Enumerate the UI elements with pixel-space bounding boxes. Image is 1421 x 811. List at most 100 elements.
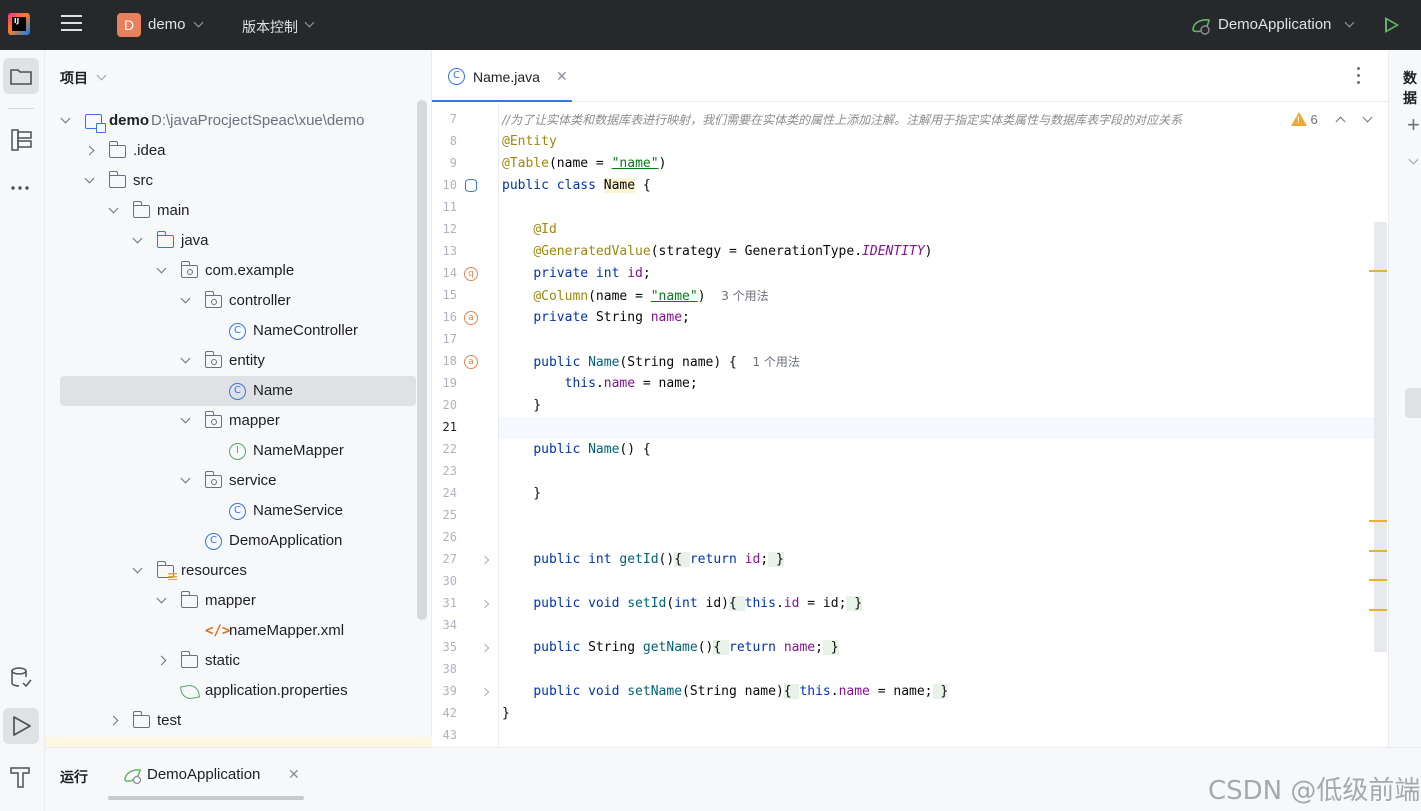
line-number[interactable]: 23 bbox=[432, 464, 457, 478]
tree-item[interactable]: test bbox=[45, 706, 431, 736]
chevron-down-icon[interactable] bbox=[1408, 154, 1419, 165]
tree-item[interactable]: resources bbox=[45, 556, 431, 586]
line-number[interactable]: 38 bbox=[432, 662, 457, 676]
tree-item[interactable]: controller bbox=[45, 286, 431, 316]
chevron-down-icon[interactable] bbox=[304, 17, 315, 28]
line-number[interactable]: 19 bbox=[432, 376, 457, 390]
run-configuration-selector[interactable]: DemoApplication bbox=[1218, 16, 1331, 33]
tree-item[interactable]: com.example bbox=[45, 256, 431, 286]
project-panel-title[interactable]: 项目 bbox=[60, 68, 88, 88]
tree-item[interactable]: mapper bbox=[45, 406, 431, 436]
usage-hint[interactable]: 3 个用法 bbox=[721, 289, 768, 303]
tree-item[interactable]: C NameController bbox=[45, 316, 431, 346]
scroll-thumb[interactable] bbox=[1405, 388, 1421, 418]
line-number[interactable]: 20 bbox=[432, 398, 457, 412]
more-tools-button[interactable] bbox=[3, 170, 39, 206]
chevron-right-icon[interactable] bbox=[108, 715, 119, 726]
fold-chevron-icon[interactable] bbox=[480, 643, 490, 653]
column-gutter-icon[interactable]: a bbox=[464, 311, 478, 325]
close-icon[interactable]: ✕ bbox=[556, 68, 568, 85]
line-number[interactable]: 18 bbox=[432, 354, 457, 368]
build-tool-button[interactable] bbox=[3, 758, 39, 794]
warning-marker[interactable] bbox=[1369, 550, 1387, 552]
fold-chevron-icon[interactable] bbox=[480, 599, 490, 609]
tree-item[interactable]: application.properties bbox=[45, 676, 431, 706]
line-number[interactable]: 35 bbox=[432, 640, 457, 654]
horizontal-scrollbar[interactable] bbox=[108, 796, 304, 800]
warning-marker[interactable] bbox=[1369, 270, 1387, 272]
line-number[interactable]: 31 bbox=[432, 596, 457, 610]
line-number[interactable]: 12 bbox=[432, 222, 457, 236]
chevron-down-icon[interactable] bbox=[108, 203, 119, 214]
chevron-down-icon[interactable] bbox=[180, 353, 191, 364]
chevron-down-icon[interactable] bbox=[132, 563, 143, 574]
tree-item[interactable]: entity bbox=[45, 346, 431, 376]
tree-item[interactable]: I NameMapper bbox=[45, 436, 431, 466]
fold-chevron-icon[interactable] bbox=[480, 687, 490, 697]
tree-item[interactable]: src bbox=[45, 166, 431, 196]
chevron-down-icon[interactable] bbox=[193, 17, 204, 28]
column-gutter-icon[interactable]: a bbox=[464, 355, 478, 369]
chevron-down-icon[interactable] bbox=[1344, 17, 1355, 28]
line-number[interactable]: 16 bbox=[432, 310, 457, 324]
usage-hint[interactable]: 1 个用法 bbox=[752, 355, 799, 369]
tree-item[interactable]: static bbox=[45, 646, 431, 676]
inspection-widget[interactable]: ! 6 bbox=[1290, 112, 1373, 127]
line-number[interactable]: 15 bbox=[432, 288, 457, 302]
chevron-right-icon[interactable] bbox=[156, 655, 167, 666]
warning-marker[interactable] bbox=[1369, 520, 1387, 522]
line-number[interactable]: 26 bbox=[432, 530, 457, 544]
chevron-up-icon[interactable] bbox=[1335, 116, 1346, 127]
tree-item[interactable]: </> nameMapper.xml bbox=[45, 616, 431, 646]
line-number[interactable]: 11 bbox=[432, 200, 457, 214]
chevron-down-icon[interactable] bbox=[156, 593, 167, 604]
tree-item[interactable]: C Name bbox=[45, 376, 431, 406]
database-table-icon[interactable] bbox=[465, 179, 477, 192]
chevron-down-icon[interactable] bbox=[1362, 112, 1373, 123]
chevron-down-icon[interactable] bbox=[132, 233, 143, 244]
chevron-down-icon[interactable] bbox=[180, 413, 191, 424]
code-editor[interactable]: //为了让实体类和数据库表进行映射，我们需要在实体类的属性上添加注解。注解用于指… bbox=[499, 102, 1388, 747]
line-number[interactable]: 7 bbox=[432, 112, 457, 126]
main-menu-icon[interactable] bbox=[61, 15, 82, 33]
tree-item[interactable]: service bbox=[45, 466, 431, 496]
fold-chevron-icon[interactable] bbox=[480, 555, 490, 565]
vcs-menu[interactable]: 版本控制 bbox=[242, 17, 298, 37]
plus-icon[interactable]: + bbox=[1407, 112, 1420, 138]
tree-item[interactable]: .idea bbox=[45, 136, 431, 166]
line-number[interactable]: 9 bbox=[432, 156, 457, 170]
line-number[interactable]: 22 bbox=[432, 442, 457, 456]
line-number[interactable]: 17 bbox=[432, 332, 457, 346]
chevron-right-icon[interactable] bbox=[84, 145, 95, 156]
line-number[interactable]: 34 bbox=[432, 618, 457, 632]
intellij-logo-icon[interactable]: IJ bbox=[8, 13, 30, 35]
chevron-down-icon[interactable] bbox=[180, 293, 191, 304]
tree-item[interactable]: main bbox=[45, 196, 431, 226]
project-name[interactable]: demo bbox=[148, 16, 186, 33]
line-number[interactable]: 10 bbox=[432, 178, 457, 192]
chevron-down-icon[interactable] bbox=[96, 70, 107, 81]
line-number[interactable]: 13 bbox=[432, 244, 457, 258]
line-number[interactable]: 14 bbox=[432, 266, 457, 280]
line-number[interactable]: 42 bbox=[432, 706, 457, 720]
services-tool-button[interactable] bbox=[3, 660, 39, 696]
structure-tool-button[interactable] bbox=[3, 122, 39, 158]
more-vertical-icon[interactable] bbox=[1357, 67, 1361, 88]
tree-item[interactable]: demo D:\javaProcjectSpeac\xue\demo bbox=[45, 106, 431, 136]
chevron-down-icon[interactable] bbox=[156, 263, 167, 274]
line-number[interactable]: 21 bbox=[432, 420, 457, 434]
tree-item[interactable]: C DemoApplication bbox=[45, 526, 431, 556]
line-number[interactable]: 30 bbox=[432, 574, 457, 588]
close-icon[interactable]: ✕ bbox=[288, 766, 300, 783]
line-number[interactable]: 39 bbox=[432, 684, 457, 698]
project-tool-button[interactable] bbox=[3, 58, 39, 94]
chevron-down-icon[interactable] bbox=[60, 113, 71, 124]
tab-name-java[interactable]: C Name.java ✕ bbox=[432, 50, 577, 103]
tree-item[interactable]: mapper bbox=[45, 586, 431, 616]
tree-item[interactable]: C NameService bbox=[45, 496, 431, 526]
editor-scrollbar[interactable] bbox=[1374, 222, 1387, 652]
warning-marker[interactable] bbox=[1369, 609, 1387, 611]
scrollbar[interactable] bbox=[417, 100, 427, 620]
primary-key-gutter-icon[interactable]: q bbox=[464, 267, 478, 281]
database-panel-title[interactable]: 数据 bbox=[1403, 68, 1421, 108]
